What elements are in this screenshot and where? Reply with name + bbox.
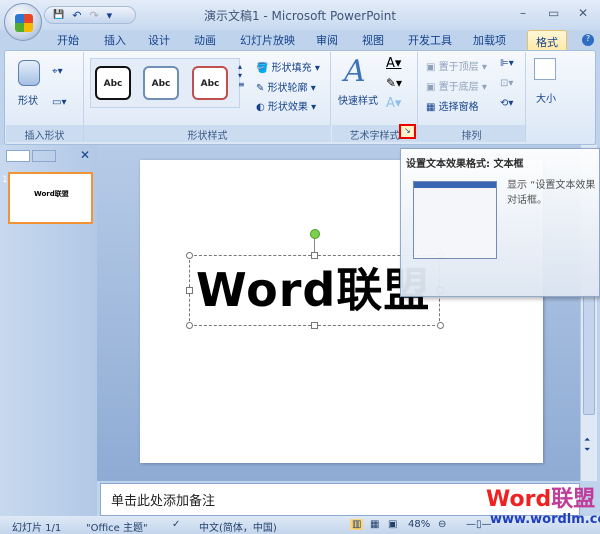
bring-to-front-button[interactable]: ▣ 置于顶层 ▾ bbox=[426, 58, 487, 73]
slideshow-icon[interactable]: ▣ bbox=[388, 519, 397, 530]
group-label: 排列 bbox=[418, 125, 525, 142]
watermark-logo: Word联盟 bbox=[486, 487, 596, 512]
rotate-icon[interactable]: ⟲▾ bbox=[500, 98, 513, 109]
group-label: 形状样式 bbox=[84, 125, 331, 142]
tab-insert[interactable]: 插入 bbox=[104, 32, 126, 48]
text-effects-icon[interactable]: A▾ bbox=[386, 96, 401, 111]
language: 中文(简体，中国) bbox=[199, 523, 277, 534]
tab-outline[interactable] bbox=[32, 150, 56, 162]
size-button[interactable]: 大小 bbox=[536, 90, 556, 105]
slide-counter: 幻灯片 1/1 bbox=[12, 523, 62, 534]
dialog-launcher-icon[interactable]: ↘ bbox=[399, 124, 416, 139]
customize-qat-icon[interactable]: ▾ bbox=[107, 9, 113, 22]
resize-handle[interactable] bbox=[186, 322, 193, 329]
slide-sorter-icon[interactable]: ▦ bbox=[370, 519, 379, 530]
text-outline-icon[interactable]: ✎▾ bbox=[386, 76, 402, 90]
shape-outline-button[interactable]: ✎ 形状轮廓 ▾ bbox=[256, 79, 316, 94]
ribbon-tabs: 开始 插入 设计 动画 幻灯片放映 审阅 视图 开发工具 加载项 ? bbox=[0, 30, 600, 50]
quick-styles-button[interactable]: 快速样式 bbox=[338, 92, 378, 107]
zoom-level[interactable]: 48% bbox=[408, 519, 430, 530]
tab-addins[interactable]: 加载项 bbox=[473, 32, 506, 48]
save-icon[interactable]: 💾 bbox=[53, 10, 64, 20]
redo-icon[interactable]: ↷ bbox=[89, 9, 98, 22]
tab-design[interactable]: 设计 bbox=[148, 32, 170, 48]
prev-slide-icon[interactable]: ⏶ ⏷ bbox=[584, 435, 590, 455]
shapes-button[interactable]: 形状 bbox=[18, 92, 38, 107]
shape-style-2[interactable]: Abc bbox=[143, 66, 179, 100]
resize-handle[interactable] bbox=[186, 252, 193, 259]
shapes-icon bbox=[18, 60, 40, 86]
resize-handle[interactable] bbox=[311, 322, 318, 329]
tab-home[interactable]: 开始 bbox=[57, 32, 79, 48]
text-fill-icon[interactable]: A▾ bbox=[386, 56, 401, 71]
spellcheck-icon[interactable]: ✓ bbox=[172, 519, 180, 530]
theme-name: "Office 主题" bbox=[86, 523, 148, 534]
resize-handle[interactable] bbox=[437, 322, 444, 329]
tab-animation[interactable]: 动画 bbox=[194, 32, 216, 48]
tab-view[interactable]: 视图 bbox=[362, 32, 384, 48]
help-icon[interactable]: ? bbox=[582, 34, 594, 46]
shape-fill-button[interactable]: 🪣 形状填充 ▾ bbox=[256, 59, 320, 74]
wordart-text[interactable]: Word联盟 bbox=[196, 262, 430, 318]
maximize-button[interactable]: ▭ bbox=[548, 6, 559, 20]
size-icon bbox=[534, 58, 556, 80]
tab-slides[interactable] bbox=[6, 150, 30, 162]
scroll-thumb[interactable] bbox=[583, 295, 595, 415]
shape-style-1[interactable]: Abc bbox=[95, 66, 131, 100]
shape-style-3[interactable]: Abc bbox=[192, 66, 228, 100]
quick-access-toolbar: 💾 ↶ ↷ ▾ bbox=[44, 6, 136, 24]
tab-developer[interactable]: 开发工具 bbox=[408, 32, 452, 48]
office-logo-icon bbox=[15, 14, 33, 32]
watermark-url: www.wordlm.com bbox=[490, 512, 600, 527]
zoom-out-icon[interactable]: ⊖ bbox=[438, 519, 446, 530]
group-arrange: ▣ 置于顶层 ▾ ▣ 置于底层 ▾ ▦ 选择窗格 ⊫▾ ⊡▾ ⟲▾ 排列 bbox=[418, 52, 526, 142]
group-icon[interactable]: ⊡▾ bbox=[500, 78, 513, 89]
wordart-icon: A bbox=[344, 54, 366, 89]
slide-number: 1 bbox=[2, 175, 8, 185]
shape-effects-button[interactable]: ◐ 形状效果 ▾ bbox=[256, 98, 316, 113]
normal-view-icon[interactable]: ▥ bbox=[350, 519, 364, 530]
tab-format[interactable]: 格式 bbox=[527, 30, 567, 51]
group-size: 大小 bbox=[528, 52, 564, 142]
selection-pane-button[interactable]: ▦ 选择窗格 bbox=[426, 98, 479, 113]
undo-icon[interactable]: ↶ bbox=[72, 9, 81, 22]
minimize-button[interactable]: – bbox=[520, 6, 526, 20]
group-label: 插入形状 bbox=[6, 125, 83, 142]
align-icon[interactable]: ⊫▾ bbox=[500, 58, 514, 69]
tooltip: 设置文本效果格式: 文本框 显示 “设置文本效果 对话框。 bbox=[400, 148, 600, 297]
tab-slideshow[interactable]: 幻灯片放映 bbox=[240, 32, 295, 48]
group-insert-shapes: 形状 ⌖▾ ▭▾ 插入形状 bbox=[6, 52, 84, 142]
zoom-slider[interactable]: —▯— bbox=[466, 519, 492, 530]
resize-handle[interactable] bbox=[311, 252, 318, 259]
tooltip-title: 设置文本效果格式: 文本框 bbox=[406, 159, 524, 170]
resize-handle[interactable] bbox=[186, 287, 193, 294]
tab-review[interactable]: 审阅 bbox=[316, 32, 338, 48]
send-to-back-button[interactable]: ▣ 置于底层 ▾ bbox=[426, 78, 487, 93]
gallery-scroll[interactable]: ▴ ▾ ≡ bbox=[238, 62, 245, 89]
close-panel-icon[interactable]: ✕ bbox=[80, 148, 90, 162]
tooltip-body: 显示 “设置文本效果 对话框。 bbox=[507, 180, 596, 206]
edit-shape-icon[interactable]: ⌖▾ bbox=[52, 66, 63, 77]
slide-thumbnail[interactable]: Word联盟 bbox=[8, 172, 93, 224]
rotation-handle[interactable] bbox=[310, 229, 320, 239]
office-button[interactable] bbox=[4, 3, 42, 41]
dialog-preview-image bbox=[413, 181, 497, 259]
textbox-icon[interactable]: ▭▾ bbox=[52, 97, 66, 108]
close-button[interactable]: ✕ bbox=[578, 6, 588, 20]
